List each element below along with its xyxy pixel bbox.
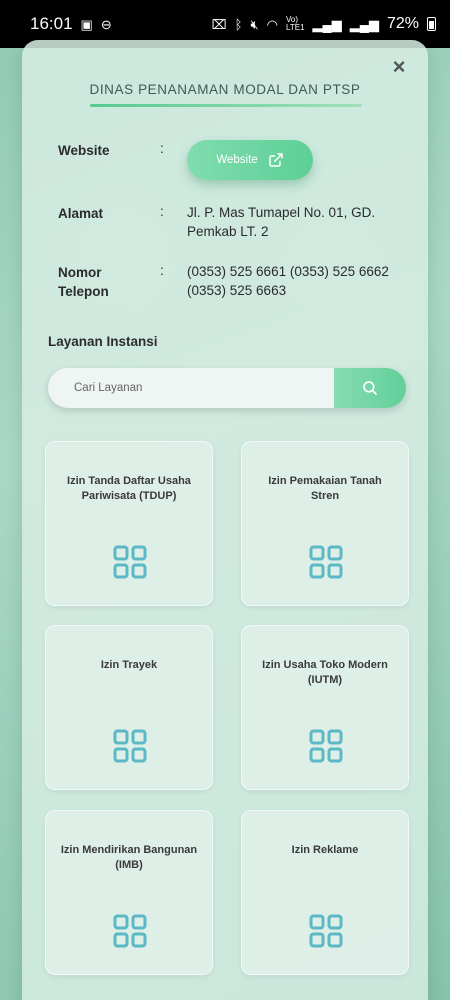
- service-name: Izin Pemakaian Tanah Stren: [268, 475, 382, 502]
- modal-title: DINAS PENANAMAN MODAL DAN PTSP: [89, 82, 361, 97]
- website-button-label: Website: [216, 154, 258, 166]
- phone-label-line2: Telepon: [58, 284, 109, 299]
- service-name: Izin Trayek: [100, 659, 158, 671]
- signal-icon: ▂▄▆: [312, 16, 342, 32]
- dnd-icon: ⊖: [100, 16, 112, 32]
- website-colon: :: [160, 141, 164, 156]
- signal-icon: ▂▄▆: [349, 16, 379, 32]
- grid-icon: [309, 545, 343, 579]
- bluetooth-icon: ᛒ: [234, 16, 243, 32]
- service-name: Izin Usaha Toko Modern (IUTM): [262, 659, 388, 686]
- phone-colon: :: [160, 263, 164, 278]
- agency-modal: × DINAS PENANAMAN MODAL DAN PTSP Website…: [22, 40, 428, 1000]
- search-input[interactable]: [48, 368, 336, 408]
- address-colon: :: [160, 204, 164, 219]
- volte-icon: Vo) LTE1: [286, 15, 305, 32]
- section-title: Layanan Instansi: [48, 334, 158, 349]
- wifi-icon: ◠: [266, 16, 278, 32]
- nfc-icon: ⌧: [211, 16, 227, 32]
- phone-label: Nomor Telepon: [58, 263, 109, 301]
- grid-icon: [309, 729, 343, 763]
- website-button[interactable]: Website: [187, 140, 313, 180]
- grid-icon: [113, 729, 147, 763]
- grid-icon: [309, 914, 343, 948]
- search-icon: [363, 381, 377, 395]
- image-icon: ▣: [80, 16, 93, 32]
- phone-value: (0353) 525 6661 (0353) 525 6662 (0353) 5…: [187, 264, 389, 298]
- phone-label-line1: Nomor: [58, 265, 102, 280]
- service-card[interactable]: Izin Reklame: [241, 810, 409, 975]
- grid-icon: [113, 914, 147, 948]
- service-card[interactable]: Izin Tanda Daftar Usaha Pariwisata (TDUP…: [45, 441, 213, 606]
- grid-icon: [113, 545, 147, 579]
- service-card[interactable]: Izin Mendirikan Bangunan (IMB): [45, 810, 213, 975]
- battery-percent: 72%: [386, 15, 419, 32]
- website-label: Website: [58, 143, 110, 158]
- service-name: Izin Tanda Daftar Usaha Pariwisata (TDUP…: [67, 475, 191, 502]
- search-bar: [48, 368, 406, 408]
- address-value: Jl. P. Mas Tumapel No. 01, GD. Pemkab LT…: [187, 205, 376, 239]
- external-link-icon: [268, 153, 283, 167]
- search-button[interactable]: [334, 368, 406, 408]
- address-label: Alamat: [58, 206, 104, 221]
- close-button[interactable]: ×: [388, 56, 410, 78]
- status-time: 16:01: [30, 14, 73, 33]
- service-card[interactable]: Izin Usaha Toko Modern (IUTM): [241, 625, 409, 790]
- mute-icon: 🔇︎: [250, 16, 259, 32]
- service-name: Izin Reklame: [291, 844, 359, 856]
- status-right: ⌧ ᛒ 🔇︎ ◠ Vo) LTE1 ▂▄▆ ▂▄▆ 72%: [212, 15, 436, 33]
- service-name: Izin Mendirikan Bangunan (IMB): [60, 844, 198, 871]
- battery-icon: [427, 17, 436, 31]
- title-underline: [90, 104, 362, 107]
- status-left: 16:01 ▣ ⊖: [30, 14, 112, 34]
- service-card[interactable]: Izin Pemakaian Tanah Stren: [241, 441, 409, 606]
- service-card[interactable]: Izin Trayek: [45, 625, 213, 790]
